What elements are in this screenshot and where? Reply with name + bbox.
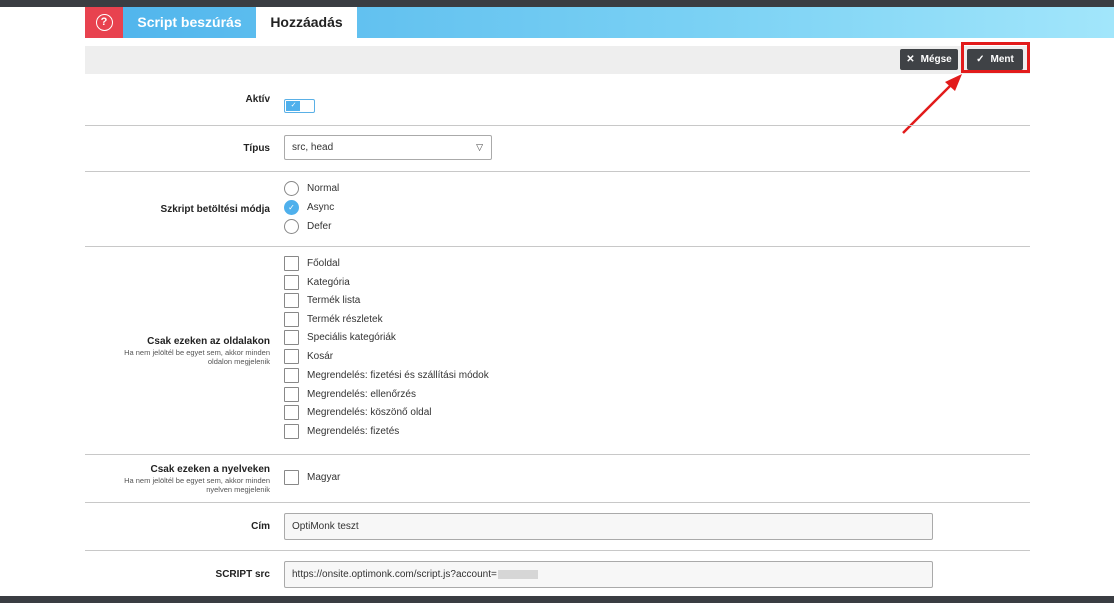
checkbox-option[interactable]: Kosár	[284, 348, 333, 365]
tab-bar: ? Script beszúrás Hozzáadás	[85, 7, 1114, 38]
checkbox[interactable]	[284, 470, 299, 485]
tab-script-insert[interactable]: Script beszúrás	[123, 7, 256, 38]
row-title: Cím OptiMonk teszt	[85, 503, 1030, 551]
checkbox-option[interactable]: Termék részletek	[284, 311, 383, 328]
checkbox-option[interactable]: Megrendelés: fizetési és szállítási módo…	[284, 367, 489, 384]
checkbox-option[interactable]: Magyar	[284, 469, 340, 486]
row-languages: Csak ezeken a nyelveken Ha nem jelöltél …	[85, 455, 1030, 503]
checkbox[interactable]	[284, 349, 299, 364]
radio-button[interactable]: ✓	[284, 200, 299, 215]
checkbox[interactable]	[284, 405, 299, 420]
radio-defer[interactable]: Defer	[284, 218, 331, 235]
checkbox-option[interactable]: Főoldal	[284, 255, 340, 272]
radio-normal[interactable]: Normal	[284, 180, 339, 197]
checkbox-option[interactable]: Megrendelés: fizetés	[284, 423, 399, 440]
type-label: Típus	[243, 143, 270, 154]
top-bar	[0, 0, 1114, 7]
checkbox-option[interactable]: Megrendelés: köszönő oldal	[284, 404, 432, 421]
help-tab[interactable]: ?	[85, 7, 123, 38]
cancel-button-label: Mégse	[920, 54, 952, 65]
load-mode-label: Szkript betöltési módja	[160, 203, 270, 215]
active-toggle[interactable]: ✓	[284, 99, 315, 113]
checkbox[interactable]	[284, 312, 299, 327]
checkbox-option[interactable]: Speciális kategóriák	[284, 329, 396, 346]
row-type: Típus src, head ▽	[85, 126, 1030, 172]
tab-add[interactable]: Hozzáadás	[256, 7, 357, 38]
row-load-mode: Szkript betöltési módja Normal ✓ Async D…	[85, 172, 1030, 247]
radio-async[interactable]: ✓ Async	[284, 199, 334, 216]
languages-hint: Ha nem jelöltél be egyet sem, akkor mind…	[124, 475, 270, 494]
row-pages: Csak ezeken az oldalakon Ha nem jelöltél…	[85, 247, 1030, 455]
bottom-bar	[0, 596, 1114, 603]
checkbox[interactable]	[284, 368, 299, 383]
chevron-down-icon: ▽	[476, 142, 483, 152]
script-src-value: https://onsite.optimonk.com/script.js?ac…	[292, 569, 497, 580]
cancel-button[interactable]: ✕ Mégse	[900, 49, 958, 70]
row-active: Aktív ✓	[85, 74, 1030, 126]
check-icon: ✓	[286, 101, 301, 111]
active-label: Aktív	[245, 94, 270, 105]
checkbox[interactable]	[284, 387, 299, 402]
type-select[interactable]: src, head ▽	[284, 135, 492, 160]
close-icon: ✕	[906, 54, 915, 65]
pages-label: Csak ezeken az oldalakon	[147, 335, 270, 347]
redacted-account-id	[497, 569, 538, 579]
languages-label: Csak ezeken a nyelveken	[150, 463, 270, 475]
help-icon: ?	[95, 14, 113, 31]
checkbox-option[interactable]: Termék lista	[284, 292, 360, 309]
checkbox[interactable]	[284, 293, 299, 308]
title-label: Cím	[251, 521, 270, 532]
pages-hint: Ha nem jelöltél be egyet sem, akkor mind…	[124, 347, 270, 366]
checkbox[interactable]	[284, 275, 299, 290]
checkbox-option[interactable]: Kategória	[284, 274, 350, 291]
title-input[interactable]: OptiMonk teszt	[284, 513, 933, 540]
save-highlight-box	[961, 42, 1030, 73]
script-form: Aktív ✓ Típus src, head ▽ Szkript betölt…	[85, 74, 1030, 598]
script-src-input[interactable]: https://onsite.optimonk.com/script.js?ac…	[284, 561, 933, 588]
row-script-src: SCRIPT src https://onsite.optimonk.com/s…	[85, 551, 1030, 598]
checkbox[interactable]	[284, 330, 299, 345]
radio-button[interactable]	[284, 181, 299, 196]
checkbox-option[interactable]: Megrendelés: ellenőrzés	[284, 386, 416, 403]
script-src-label: SCRIPT src	[215, 569, 270, 580]
radio-button[interactable]	[284, 219, 299, 234]
action-toolbar	[85, 46, 1030, 74]
checkbox[interactable]	[284, 424, 299, 439]
type-select-value: src, head	[292, 142, 334, 153]
checkbox[interactable]	[284, 256, 299, 271]
